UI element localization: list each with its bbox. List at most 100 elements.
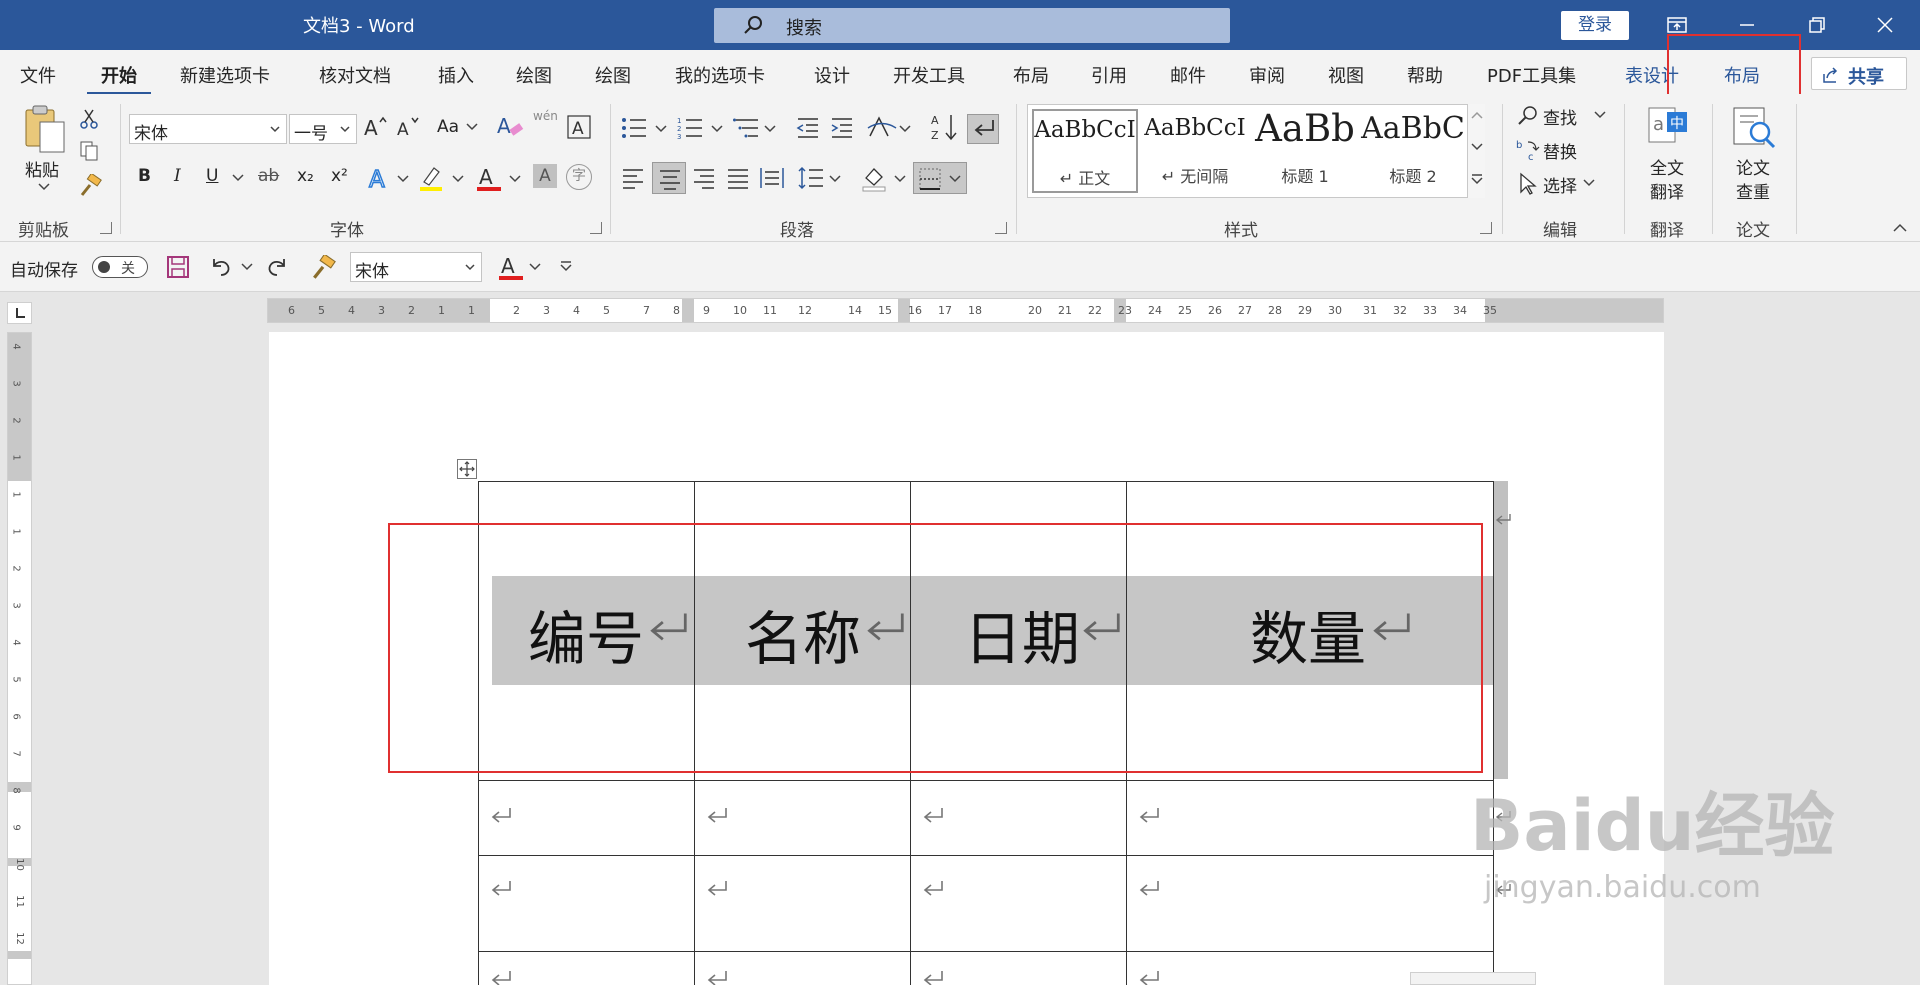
undo-icon[interactable] [208, 255, 232, 279]
chevron-down-icon[interactable] [451, 174, 465, 184]
text-effects-icon[interactable]: A [366, 164, 394, 192]
tab-design[interactable]: 设计 [814, 62, 850, 88]
autosave-toggle[interactable]: 关 [92, 256, 148, 278]
sort-icon[interactable]: AZ [931, 112, 959, 142]
replace-label[interactable]: 替换 [1543, 138, 1577, 163]
char-shading-button[interactable]: A [533, 164, 557, 188]
replace-icon[interactable]: bc [1516, 138, 1540, 162]
char-border-icon[interactable]: A [566, 114, 592, 140]
strikethrough-button[interactable]: ab [258, 166, 279, 186]
customize-qat-icon[interactable] [558, 259, 574, 273]
chevron-down-icon[interactable] [763, 124, 777, 134]
highlight-icon[interactable] [418, 164, 446, 192]
align-right-icon[interactable] [692, 166, 716, 190]
translate-label-2[interactable]: 翻译 [1650, 178, 1684, 203]
bold-button[interactable]: B [138, 166, 151, 186]
select-label[interactable]: 选择 [1543, 172, 1577, 197]
tab-pdf-tools[interactable]: PDF工具集 [1487, 62, 1576, 88]
chevron-down-icon[interactable] [1582, 178, 1596, 188]
tab-view[interactable]: 视图 [1328, 62, 1364, 88]
subscript-button[interactable]: x₂ [297, 166, 314, 186]
font-color-icon[interactable]: A [497, 253, 525, 281]
format-painter-icon[interactable] [310, 255, 336, 281]
copy-icon[interactable] [78, 140, 100, 162]
close-button[interactable] [1850, 0, 1920, 50]
paragraph-launcher[interactable] [995, 222, 1007, 234]
tab-layout[interactable]: 布局 [1013, 62, 1049, 88]
style-heading-1[interactable]: AaBb 标题 1 [1252, 107, 1358, 193]
paste-dropdown-icon[interactable] [37, 182, 51, 192]
tab-help[interactable]: 帮助 [1407, 62, 1443, 88]
floating-mini-toolbar[interactable] [1410, 972, 1536, 985]
column-marker[interactable] [682, 299, 694, 322]
chevron-down-icon[interactable] [231, 173, 245, 183]
chevron-down-icon[interactable] [396, 174, 410, 184]
chevron-down-icon[interactable] [508, 174, 522, 184]
paste-icon[interactable] [22, 104, 68, 154]
collapse-ribbon-icon[interactable] [1892, 222, 1908, 234]
tab-my-tab[interactable]: 我的选项卡 [675, 62, 765, 88]
tab-draw[interactable]: 绘图 [516, 62, 552, 88]
chevron-down-icon[interactable] [528, 262, 542, 272]
clear-formatting-icon[interactable]: A [496, 112, 524, 140]
more-icon[interactable] [1470, 172, 1484, 186]
shrink-font-icon[interactable]: A [396, 114, 422, 140]
chevron-down-icon[interactable] [465, 122, 479, 132]
paste-label[interactable]: 粘贴 [25, 156, 59, 181]
underline-button[interactable]: U [206, 166, 218, 186]
style-heading-2[interactable]: AaBbC 标题 2 [1360, 109, 1466, 193]
qat-font-combo[interactable]: 宋体 [350, 252, 482, 282]
borders-button[interactable] [913, 162, 967, 194]
distribute-icon[interactable] [759, 166, 785, 190]
grow-font-icon[interactable]: A [363, 114, 389, 140]
paper-label-2[interactable]: 查重 [1736, 178, 1770, 203]
chevron-down-icon[interactable] [240, 262, 254, 272]
decrease-indent-icon[interactable] [796, 116, 820, 140]
chevron-down-icon[interactable] [710, 124, 724, 134]
chevron-down-icon[interactable] [654, 124, 668, 134]
styles-scroll[interactable] [1467, 104, 1485, 198]
show-marks-button[interactable] [967, 114, 999, 144]
translate-label-1[interactable]: 全文 [1650, 154, 1684, 179]
login-button[interactable]: 登录 [1561, 11, 1629, 40]
style-no-spacing[interactable]: AaBbCcI ↵ 无间隔 [1142, 109, 1248, 193]
chevron-down-icon[interactable] [1593, 110, 1607, 120]
numbering-icon[interactable]: 123 [677, 116, 703, 140]
align-center-button[interactable] [652, 162, 686, 194]
font-size-combo[interactable]: 一号 [289, 114, 357, 144]
align-left-icon[interactable] [621, 166, 645, 190]
redo-icon[interactable] [266, 255, 290, 279]
font-color-icon[interactable]: A [475, 164, 503, 192]
save-icon[interactable] [166, 255, 190, 279]
multilevel-list-icon[interactable] [733, 116, 759, 140]
ruler-tab-selector[interactable] [7, 302, 32, 324]
enclose-char-button[interactable]: 字 [566, 164, 592, 190]
italic-button[interactable]: I [174, 166, 181, 186]
format-painter-icon[interactable] [78, 174, 102, 198]
increase-indent-icon[interactable] [830, 116, 854, 140]
paper-label-1[interactable]: 论文 [1736, 154, 1770, 179]
justify-icon[interactable] [726, 166, 750, 190]
chevron-down-icon[interactable] [893, 174, 907, 184]
row-marker[interactable] [8, 951, 31, 959]
chinese-layout-icon[interactable] [867, 114, 897, 142]
share-button[interactable]: 共享 [1811, 57, 1907, 90]
search-box[interactable]: 搜索 [714, 8, 1230, 43]
chevron-up-icon[interactable] [1470, 110, 1484, 120]
change-case-button[interactable]: Aa [437, 117, 459, 137]
chevron-down-icon[interactable] [898, 124, 912, 134]
tab-home[interactable]: 开始 [87, 62, 151, 96]
tab-proofread[interactable]: 核对文档 [319, 62, 391, 88]
tab-review[interactable]: 审阅 [1249, 62, 1285, 88]
tab-insert[interactable]: 插入 [438, 62, 474, 88]
horizontal-ruler[interactable]: 6 5 4 3 2 1 1 2 3 4 5 7 8 9 10 11 12 14 15 16 17 18 20 21 22 23 24… [267, 298, 1664, 323]
style-normal[interactable]: AaBbCcI ↵ 正文 [1032, 109, 1138, 193]
tab-references[interactable]: 引用 [1091, 62, 1127, 88]
vertical-ruler[interactable]: 4 3 2 1 1 1 2 3 4 5 6 7 8 9 10 11 12 [7, 332, 32, 985]
line-spacing-icon[interactable] [798, 166, 824, 190]
styles-launcher[interactable] [1480, 222, 1492, 234]
tab-file[interactable]: 文件 [20, 62, 56, 88]
find-icon[interactable] [1516, 104, 1540, 128]
chevron-down-icon[interactable] [828, 174, 842, 184]
bullets-icon[interactable] [621, 116, 647, 140]
